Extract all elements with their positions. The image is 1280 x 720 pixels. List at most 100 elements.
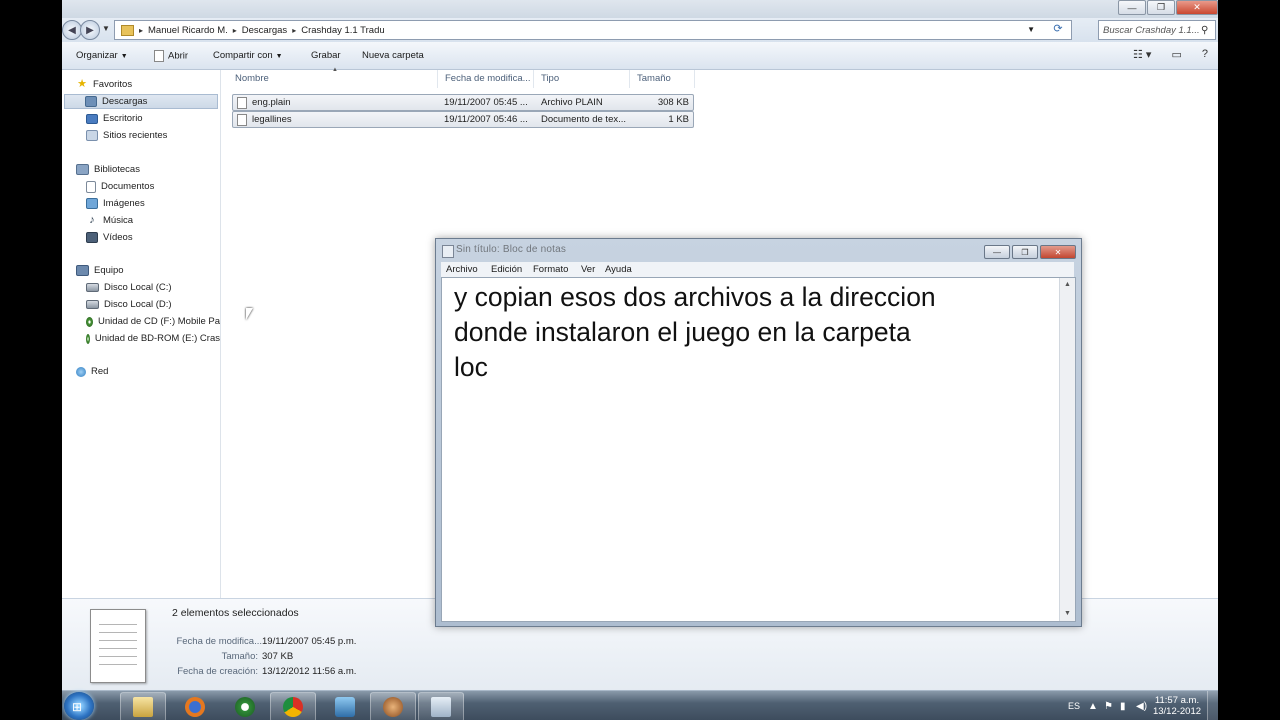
- pictures-icon: [86, 198, 98, 209]
- navigation-pane: ★ Favoritos Descargas Escritorio Sitios r…: [62, 70, 221, 598]
- close-button[interactable]: ✕: [1176, 0, 1218, 15]
- action-center-icon[interactable]: ⚑: [1104, 701, 1113, 712]
- help-icon[interactable]: ?: [1202, 48, 1208, 61]
- file-row[interactable]: eng.plain 19/11/2007 05:45 ... Archivo P…: [232, 94, 694, 111]
- nav-musica[interactable]: ♪ Música: [86, 213, 133, 228]
- taskbar-firefox[interactable]: [172, 692, 218, 720]
- language-indicator[interactable]: ES: [1068, 701, 1080, 711]
- desktop-screen: — ❐ ✕ ◀ ▶ ▼ ▸ Manuel Ricardo M. ▸ Descar…: [62, 0, 1218, 720]
- nav-disco-d[interactable]: Disco Local (D:): [86, 297, 172, 312]
- nav-disco-c[interactable]: Disco Local (C:): [86, 280, 172, 295]
- chevron-right-icon[interactable]: ▸: [290, 26, 298, 35]
- text-file-icon: [237, 114, 247, 126]
- column-divider[interactable]: [694, 70, 695, 88]
- nav-sitios-recientes[interactable]: Sitios recientes: [86, 128, 167, 143]
- nav-red[interactable]: Red: [76, 364, 108, 379]
- file-size: 1 KB: [668, 114, 689, 125]
- breadcrumb-crashday[interactable]: Crashday 1.1 Tradu: [298, 25, 387, 36]
- file-row[interactable]: legallines 19/11/2007 05:46 ... Document…: [232, 111, 694, 128]
- taskbar-chrome[interactable]: [270, 692, 316, 720]
- taskbar-notepad[interactable]: [418, 692, 464, 720]
- taskbar-app-glove[interactable]: [370, 692, 416, 720]
- new-folder-button[interactable]: Nueva carpeta: [362, 50, 424, 61]
- clock[interactable]: 11:57 a.m. 13/12-2012: [1148, 695, 1206, 717]
- notepad-scrollbar[interactable]: ▲ ▼: [1059, 278, 1075, 621]
- chevron-right-icon[interactable]: ▸: [137, 26, 145, 35]
- show-desktop-button[interactable]: [1207, 691, 1218, 720]
- computer-icon: [76, 265, 89, 276]
- search-input[interactable]: Buscar Crashday 1.1... ⚲: [1098, 20, 1216, 40]
- nav-label: Sitios recientes: [103, 130, 168, 141]
- bd-drive-icon: [86, 333, 90, 344]
- back-button[interactable]: ◀: [62, 20, 82, 40]
- file-type: Archivo PLAIN: [541, 97, 603, 108]
- column-tipo[interactable]: Tipo: [541, 73, 559, 84]
- notepad-close-button[interactable]: ✕: [1040, 245, 1076, 259]
- nav-descargas[interactable]: Descargas: [64, 94, 218, 109]
- nav-escritorio[interactable]: Escritorio: [86, 111, 143, 126]
- refresh-icon[interactable]: ⟳: [1049, 22, 1067, 37]
- view-options-icon[interactable]: ☷ ▾: [1133, 48, 1151, 61]
- menu-ayuda[interactable]: Ayuda: [605, 264, 632, 275]
- burn-button[interactable]: Grabar: [311, 50, 341, 61]
- scroll-down-icon[interactable]: ▼: [1060, 607, 1075, 621]
- maximize-button[interactable]: ❐: [1147, 0, 1175, 15]
- share-button[interactable]: Compartir con ▼: [213, 50, 283, 61]
- media-app-icon: [235, 697, 255, 717]
- recent-pages-dropdown[interactable]: ▼: [102, 24, 110, 33]
- notepad-line: loc: [454, 352, 488, 382]
- column-divider[interactable]: [533, 70, 534, 88]
- nav-label: Unidad de CD (F:) Mobile Pa: [98, 316, 220, 327]
- chevron-right-icon[interactable]: ▸: [231, 26, 239, 35]
- nav-cd-f[interactable]: Unidad de CD (F:) Mobile Pa: [86, 314, 220, 329]
- taskbar-app-paint[interactable]: [322, 692, 368, 720]
- column-divider[interactable]: [437, 70, 438, 88]
- taskbar-app-green[interactable]: [222, 692, 268, 720]
- column-tamano[interactable]: Tamaño: [637, 73, 671, 84]
- arrow-left-icon: ◀: [68, 24, 76, 36]
- column-divider[interactable]: [629, 70, 630, 88]
- address-dropdown-icon[interactable]: ▼: [1027, 25, 1035, 34]
- network-icon[interactable]: ▮: [1120, 701, 1126, 712]
- downloads-folder-icon: [85, 96, 97, 107]
- menu-formato[interactable]: Formato: [533, 264, 568, 275]
- notepad-minimize-button[interactable]: —: [984, 245, 1010, 259]
- hard-drive-icon: [86, 300, 99, 309]
- organize-button[interactable]: Organizar ▼: [76, 50, 128, 61]
- nav-equipo[interactable]: Equipo: [76, 263, 124, 278]
- view-controls: ☷ ▾ ▭ ?: [1133, 48, 1208, 61]
- forward-button[interactable]: ▶: [80, 20, 100, 40]
- nav-bibliotecas[interactable]: Bibliotecas: [76, 162, 140, 177]
- nav-videos[interactable]: Vídeos: [86, 230, 133, 245]
- breadcrumb-user[interactable]: Manuel Ricardo M.: [145, 25, 231, 36]
- nav-bd-e[interactable]: Unidad de BD-ROM (E:) Cras: [86, 331, 220, 346]
- nav-imagenes[interactable]: Imágenes: [86, 196, 145, 211]
- address-bar[interactable]: ▸ Manuel Ricardo M. ▸ Descargas ▸ Crashd…: [114, 20, 1072, 40]
- column-nombre[interactable]: Nombre: [235, 73, 269, 84]
- breadcrumb-descargas[interactable]: Descargas: [239, 25, 290, 36]
- open-button[interactable]: Abrir: [154, 50, 188, 62]
- nav-documentos[interactable]: Documentos: [86, 179, 154, 194]
- taskbar-explorer[interactable]: [120, 692, 166, 720]
- preview-pane-icon[interactable]: ▭: [1171, 48, 1181, 61]
- nav-label: Unidad de BD-ROM (E:) Cras: [94, 333, 220, 344]
- menu-ver[interactable]: Ver: [581, 264, 595, 275]
- notepad-maximize-button[interactable]: ❐: [1012, 245, 1038, 259]
- scroll-up-icon[interactable]: ▲: [1060, 278, 1075, 292]
- notepad-icon: [431, 697, 451, 717]
- folder-icon: [121, 24, 134, 36]
- volume-icon[interactable]: ◀): [1136, 701, 1147, 712]
- notepad-window[interactable]: Sin título: Bloc de notas — ❐ ✕ Archivo …: [435, 238, 1082, 627]
- menu-edicion[interactable]: Edición: [491, 264, 522, 275]
- show-hidden-icons[interactable]: ▲: [1088, 701, 1098, 712]
- notepad-title: Sin título: Bloc de notas: [456, 244, 567, 255]
- file-size: 308 KB: [657, 97, 689, 108]
- organize-label: Organizar: [76, 50, 118, 61]
- nav-favoritos[interactable]: ★ Favoritos: [76, 77, 132, 92]
- menu-archivo[interactable]: Archivo: [446, 264, 478, 275]
- start-button[interactable]: ⊞: [64, 692, 94, 720]
- minimize-button[interactable]: —: [1118, 0, 1146, 15]
- search-icon[interactable]: ⚲: [1201, 25, 1208, 36]
- column-fecha[interactable]: Fecha de modifica...: [445, 73, 531, 84]
- notepad-text-area[interactable]: y copian esos dos archivos a la direccio…: [441, 277, 1076, 622]
